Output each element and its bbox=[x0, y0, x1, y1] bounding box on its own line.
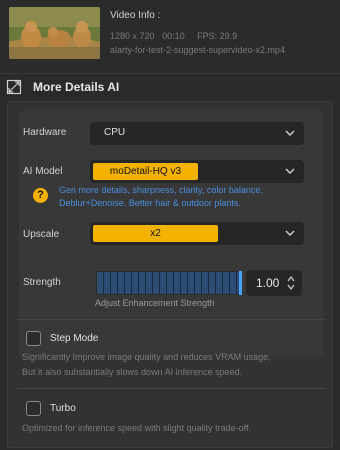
strength-value: 1.00 bbox=[256, 276, 280, 290]
hardware-select[interactable]: CPU bbox=[90, 122, 304, 145]
ai-model-hint-line1: Gen more details, sharpness, clarity, co… bbox=[59, 185, 263, 195]
video-resolution: 1280 x 720 bbox=[110, 31, 155, 41]
hardware-value: CPU bbox=[104, 127, 126, 138]
upscale-value: x2 bbox=[93, 225, 218, 242]
help-icon[interactable]: ? bbox=[33, 188, 48, 203]
hardware-label: Hardware bbox=[23, 127, 67, 138]
step-mode-desc-line1: Significantly Improve image quality and … bbox=[22, 352, 271, 362]
chevron-down-icon bbox=[285, 230, 295, 236]
chevron-down-icon bbox=[285, 130, 295, 136]
ai-model-hint-line2: Deblur+Denoise. Better hair & outdoor pl… bbox=[59, 198, 241, 208]
settings-panel: Hardware CPU AI Model moDetail-HQ v3 ? G… bbox=[7, 101, 333, 448]
upscale-label: Upscale bbox=[23, 229, 60, 240]
ai-model-value: moDetail-HQ v3 bbox=[93, 163, 198, 180]
strength-slider[interactable] bbox=[96, 271, 242, 295]
spin-arrows-icon[interactable] bbox=[286, 274, 296, 292]
turbo-label: Turbo bbox=[50, 403, 76, 414]
divider bbox=[17, 319, 325, 320]
turbo-desc: Optimized for inference speed with sligh… bbox=[22, 423, 251, 433]
ai-model-select[interactable]: moDetail-HQ v3 bbox=[90, 160, 304, 183]
strength-spinbox[interactable]: 1.00 bbox=[246, 270, 302, 296]
video-fps: FPS: 29.9 bbox=[197, 31, 238, 41]
video-thumbnail bbox=[9, 7, 100, 59]
chevron-down-icon bbox=[285, 168, 295, 174]
section-title: More Details AI bbox=[33, 80, 120, 94]
divider bbox=[17, 388, 325, 389]
video-info-title: Video Info : bbox=[110, 10, 161, 21]
expand-icon[interactable] bbox=[6, 79, 22, 95]
video-filename: alarty-for-test-2-suggest-supervideo-x2.… bbox=[110, 45, 286, 55]
step-mode-label: Step Mode bbox=[50, 333, 99, 344]
section-header[interactable]: More Details AI bbox=[0, 73, 340, 99]
strength-note: Adjust Enhancement Strength bbox=[95, 298, 215, 308]
turbo-checkbox[interactable] bbox=[26, 401, 41, 416]
video-duration: 00:10 bbox=[162, 31, 185, 41]
video-meta: 1280 x 720 00:10 FPS: 29.9 bbox=[110, 31, 237, 41]
step-mode-desc-line2: But it also substantially slows down AI … bbox=[22, 367, 243, 377]
strength-slider-handle[interactable] bbox=[239, 271, 242, 295]
video-info-header: Video Info : 1280 x 720 00:10 FPS: 29.9 … bbox=[0, 0, 340, 66]
ai-model-label: AI Model bbox=[23, 166, 63, 177]
upscale-select[interactable]: x2 bbox=[90, 222, 304, 245]
strength-label: Strength bbox=[23, 277, 61, 288]
step-mode-checkbox[interactable] bbox=[26, 331, 41, 346]
